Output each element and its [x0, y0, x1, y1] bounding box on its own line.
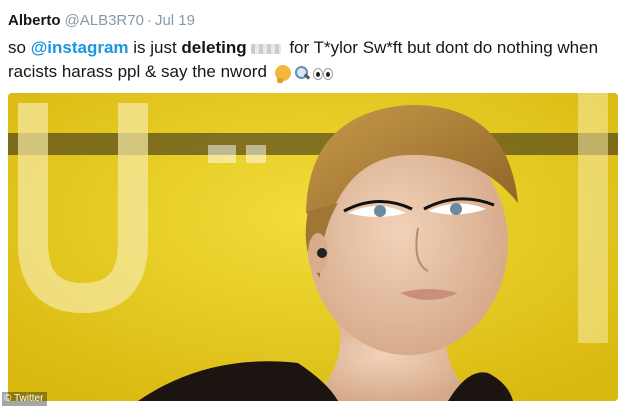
tweet-date[interactable]: Jul 19	[155, 12, 195, 29]
mention-link[interactable]: @instagram	[31, 38, 129, 57]
tweet-card: Alberto @ALB3R70 · Jul 19 so @instagram is …	[0, 0, 634, 409]
photo-illustration	[8, 93, 618, 401]
separator: ·	[146, 12, 152, 29]
censored-word	[250, 43, 281, 54]
author-handle[interactable]: @ALB3R70	[65, 12, 144, 29]
text-part: is just	[128, 38, 182, 57]
bold-text: deleting	[181, 38, 247, 57]
text-part: so	[8, 38, 31, 57]
magnifying-glass-icon	[294, 65, 310, 81]
eyes-icon	[312, 67, 333, 80]
tweet-text: so @instagram is just deleting for T*ylo…	[8, 36, 624, 84]
tweet-header: Alberto @ALB3R70 · Jul 19	[8, 12, 195, 30]
author-name[interactable]: Alberto	[8, 12, 61, 29]
thinking-face-icon	[274, 64, 291, 83]
tweet-image[interactable]	[8, 93, 618, 401]
watermark: © Twitter	[2, 392, 48, 406]
